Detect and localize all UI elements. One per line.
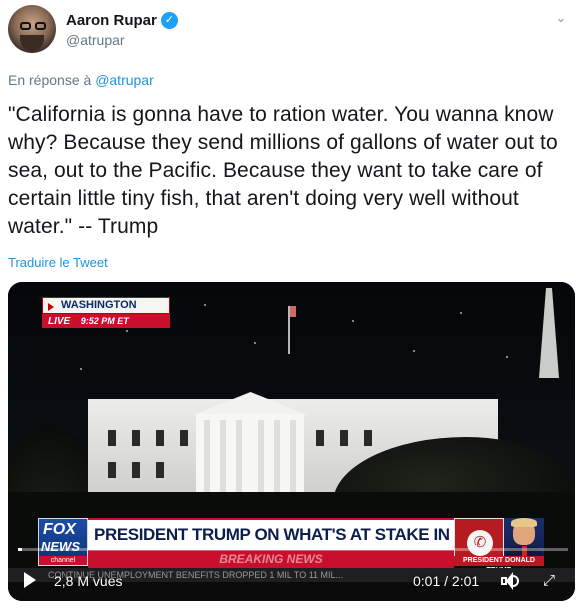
- author-handle[interactable]: @atrupar: [66, 32, 125, 48]
- column: [290, 420, 296, 494]
- white-house-portico: [196, 414, 304, 494]
- window: [340, 430, 348, 446]
- reply-prefix: En réponse à: [8, 72, 92, 88]
- window: [132, 462, 140, 478]
- star: [460, 312, 462, 314]
- video-progress-track[interactable]: [18, 548, 568, 551]
- live-time: 9:52 PM ET: [80, 316, 129, 326]
- speaker-caption: PRESIDENT DONALD TRUMP: [454, 556, 544, 574]
- chyron-headline: PRESIDENT TRUMP ON WHAT'S AT STAKE IN 26…: [88, 518, 454, 550]
- star: [506, 356, 508, 358]
- column: [258, 420, 264, 494]
- author-name-row: Aaron Rupar ✓: [66, 12, 178, 29]
- window: [364, 430, 372, 446]
- window: [180, 430, 188, 446]
- star: [352, 320, 354, 322]
- news-logo-text: NEWS: [41, 539, 80, 554]
- bug-arrow-icon: [48, 303, 54, 311]
- chevron-down-icon[interactable]: ⌄: [553, 10, 569, 26]
- reply-context: En réponse à @atrupar: [8, 72, 154, 88]
- phone-icon: ✆: [467, 530, 493, 556]
- window: [156, 462, 164, 478]
- live-label: LIVE 9:52 PM ET: [42, 314, 170, 328]
- fox-news-logo: FOX NEWS channel: [38, 518, 88, 566]
- star: [254, 342, 256, 344]
- star: [413, 350, 415, 352]
- column: [204, 420, 210, 494]
- live-text: LIVE: [48, 316, 71, 327]
- column: [220, 420, 226, 494]
- avatar-beard: [20, 35, 44, 51]
- column: [236, 420, 242, 494]
- window: [108, 430, 116, 446]
- window: [108, 462, 116, 478]
- window: [132, 430, 140, 446]
- window: [156, 430, 164, 446]
- channel-logo-text: channel: [39, 556, 87, 565]
- translate-tweet-link[interactable]: Traduire le Tweet: [8, 255, 108, 270]
- location-label: WASHINGTON: [42, 297, 170, 314]
- portrait-hair: [511, 518, 537, 527]
- play-icon[interactable]: [24, 572, 36, 588]
- fox-logo-text: FOX: [43, 521, 76, 538]
- avatar-glasses: [20, 22, 46, 30]
- reply-mention-link[interactable]: @atrupar: [95, 72, 154, 88]
- fullscreen-icon[interactable]: ⤢: [540, 572, 558, 590]
- video-time: 0:01 / 2:01: [413, 573, 480, 589]
- verified-badge-icon: ✓: [160, 12, 178, 29]
- star: [204, 304, 206, 306]
- flag: [290, 306, 296, 317]
- video-controls: 2,8 M vues 0:01 / 2:01 ⤢: [8, 566, 575, 596]
- location-text: WASHINGTON: [61, 299, 137, 311]
- location-bug: WASHINGTON LIVE 9:52 PM ET: [42, 297, 170, 330]
- star: [80, 368, 82, 370]
- window: [316, 430, 324, 446]
- volume-icon[interactable]: [499, 571, 521, 591]
- column: [274, 420, 280, 494]
- tweet-text: "California is gonna have to ration wate…: [8, 103, 558, 238]
- star: [126, 330, 128, 332]
- avatar[interactable]: [8, 5, 56, 53]
- tweet-card: Aaron Rupar ✓ @atrupar ⌄ En réponse à @a…: [0, 0, 587, 614]
- author-display-name[interactable]: Aaron Rupar: [66, 12, 157, 29]
- video-player[interactable]: WASHINGTON LIVE 9:52 PM ET FOX NEWS chan…: [8, 282, 575, 601]
- video-progress-fill[interactable]: [18, 548, 22, 551]
- view-count: 2,8 M vues: [54, 573, 123, 589]
